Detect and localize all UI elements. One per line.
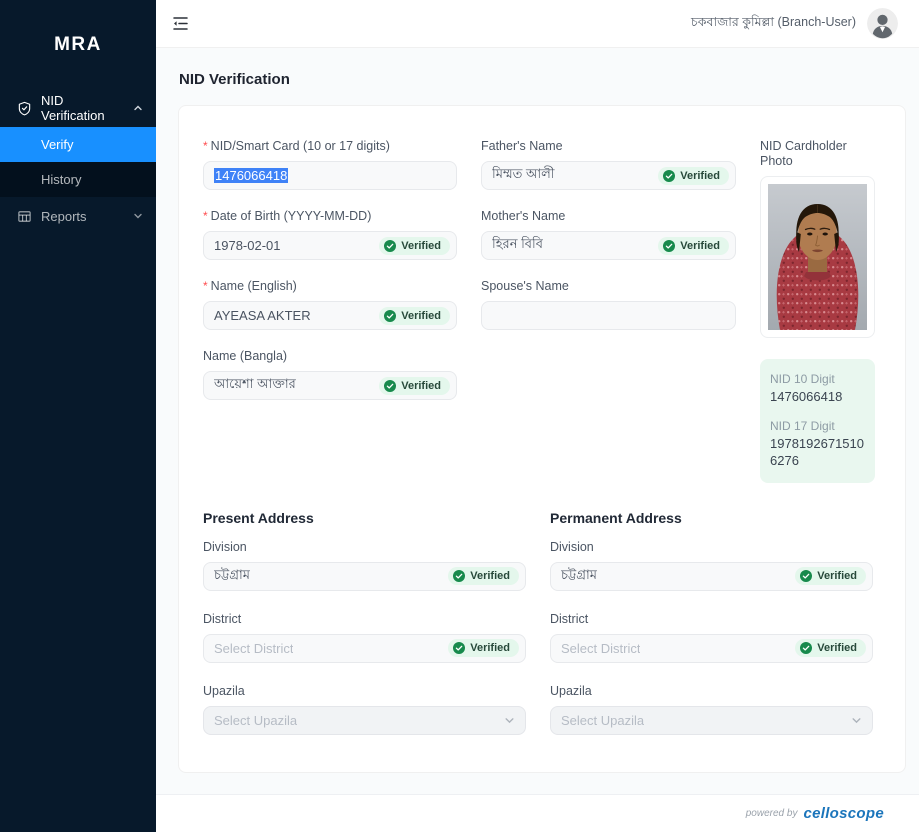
required-asterisk: * xyxy=(203,209,208,223)
user-avatar[interactable] xyxy=(867,8,898,39)
verified-badge: Verified xyxy=(448,639,519,658)
district-label: District xyxy=(203,611,242,626)
nid10-label: NID 10 Digit xyxy=(770,372,835,386)
permanent-district-field[interactable]: Select District Verified xyxy=(550,633,873,663)
chevron-down-icon xyxy=(851,715,862,726)
main-area: চকবাজার কুমিল্লা (Branch-User) NID Verif… xyxy=(156,0,919,832)
table-icon xyxy=(17,209,32,224)
nid17-value: 19781926715106276 xyxy=(770,436,864,468)
chevron-down-icon xyxy=(133,211,143,221)
mother-name-label: Mother's Name xyxy=(481,209,566,223)
required-asterisk: * xyxy=(203,139,208,153)
sidebar-item-label: NID Verification xyxy=(41,93,105,123)
cardholder-portrait-image xyxy=(768,184,867,330)
name-english-field[interactable]: AYEASA AKTER Verified xyxy=(203,301,457,330)
app-logo: MRA xyxy=(54,33,102,55)
permanent-division-field[interactable]: চট্টগ্রাম Verified xyxy=(550,561,873,591)
dob-field[interactable]: 1978-02-01 Verified xyxy=(203,231,457,260)
name-bangla-label: Name (Bangla) xyxy=(203,349,288,363)
powered-by-label: powered by xyxy=(745,808,798,819)
father-name-label: Father's Name xyxy=(481,139,563,153)
nid-verification-submenu: Verify History xyxy=(0,127,156,197)
page-title: NID Verification xyxy=(179,71,290,88)
division-label: Division xyxy=(203,539,247,554)
page-content: NID Verification * NID/Smart Card (10 or … xyxy=(156,48,919,824)
top-header: চকবাজার কুমিল্লা (Branch-User) xyxy=(156,0,919,48)
required-asterisk: * xyxy=(203,279,208,293)
sidebar: MRA NID Verification Verify History Repo… xyxy=(0,0,156,832)
spouse-name-field[interactable] xyxy=(481,301,736,330)
check-circle-icon xyxy=(384,309,397,322)
permanent-upazila-select[interactable]: Select Upazila xyxy=(550,705,873,735)
sidebar-item-label: Verify xyxy=(41,137,74,152)
check-circle-icon xyxy=(453,570,466,583)
upazila-label: Upazila xyxy=(550,683,592,698)
verified-badge: Verified xyxy=(379,306,450,325)
verified-badge: Verified xyxy=(379,236,450,255)
celloscope-logo: celloscope xyxy=(803,805,884,822)
district-label: District xyxy=(550,611,589,626)
shield-icon xyxy=(17,101,32,116)
menu-fold-icon[interactable] xyxy=(172,16,189,31)
permanent-address-section: Permanent Address Division চট্টগ্রাম Ver… xyxy=(550,510,873,756)
nid-selected-text: 1476066418 xyxy=(214,168,289,183)
check-circle-icon xyxy=(800,570,813,583)
check-circle-icon xyxy=(384,379,397,392)
mother-name-field[interactable]: হিরন বিবি Verified xyxy=(481,231,736,260)
page-footer: powered by celloscope xyxy=(156,794,919,832)
chevron-up-icon xyxy=(133,103,143,113)
cardholder-photo xyxy=(760,176,875,338)
sidebar-item-label: History xyxy=(41,172,82,187)
nid17-label: NID 17 Digit xyxy=(770,419,835,434)
division-label: Division xyxy=(550,539,594,554)
verified-badge: Verified xyxy=(379,376,450,395)
name-english-label: * Name (English) xyxy=(203,279,297,293)
cardholder-photo-label: NID Cardholder Photo xyxy=(760,139,847,168)
name-bangla-field[interactable]: আয়েশা আক্তার Verified xyxy=(203,371,457,400)
form-column-1: * NID/Smart Card (10 or 17 digits) 147606… xyxy=(203,139,457,419)
user-branch-label: চকবাজার কুমিল্লা (Branch-User) xyxy=(691,14,856,29)
check-circle-icon xyxy=(453,642,466,655)
nid-input[interactable]: 1476066418 xyxy=(203,161,457,190)
verification-card: * NID/Smart Card (10 or 17 digits) 147606… xyxy=(178,105,906,824)
present-upazila-select[interactable]: Select Upazila xyxy=(203,705,526,735)
sidebar-item-label: Reports xyxy=(41,208,87,224)
verified-badge: Verified xyxy=(658,166,729,185)
upazila-label: Upazila xyxy=(203,683,245,698)
father-name-field[interactable]: মিম্মত আলী Verified xyxy=(481,161,736,190)
present-district-field[interactable]: Select District Verified xyxy=(203,633,526,663)
present-division-field[interactable]: চট্টগ্রাম Verified xyxy=(203,561,526,591)
form-column-2: Father's Name মিম্মত আলী Verified Mother… xyxy=(481,139,736,349)
check-circle-icon xyxy=(800,642,813,655)
sidebar-item-reports[interactable]: Reports xyxy=(0,197,156,235)
nid-summary-box: NID 10 Digit 1476066418 NID 17 Digit 197… xyxy=(760,359,875,483)
sidebar-item-verify[interactable]: Verify xyxy=(0,127,156,162)
dob-label: * Date of Birth (YYYY-MM-DD) xyxy=(203,209,372,223)
check-circle-icon xyxy=(384,239,397,252)
nid-label: * NID/Smart Card (10 or 17 digits) xyxy=(203,139,390,153)
verified-badge: Verified xyxy=(658,236,729,255)
sidebar-item-history[interactable]: History xyxy=(0,162,156,197)
present-address-section: Present Address Division চট্টগ্রাম Verif… xyxy=(203,510,526,756)
chevron-down-icon xyxy=(504,715,515,726)
check-circle-icon xyxy=(663,169,676,182)
verified-badge: Verified xyxy=(448,567,519,586)
nid10-value: 1476066418 xyxy=(770,389,843,404)
sidebar-item-nid-verification[interactable]: NID Verification xyxy=(0,89,156,127)
verified-badge: Verified xyxy=(795,639,866,658)
check-circle-icon xyxy=(663,239,676,252)
permanent-address-title: Permanent Address xyxy=(550,509,682,526)
spouse-name-label: Spouse's Name xyxy=(481,279,569,293)
photo-column: NID Cardholder Photo NID 10 Digit 147606… xyxy=(760,139,875,483)
present-address-title: Present Address xyxy=(203,509,314,526)
verified-badge: Verified xyxy=(795,567,866,586)
